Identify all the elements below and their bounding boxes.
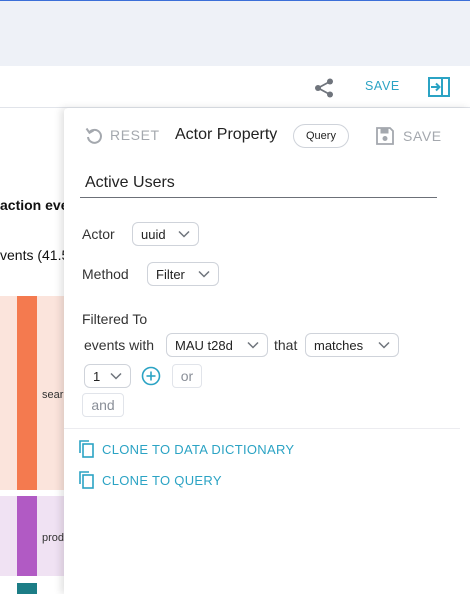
operator-select-value: matches bbox=[314, 337, 364, 353]
query-type-chip[interactable]: Query bbox=[293, 124, 349, 148]
filtered-to-label: Filtered To bbox=[82, 311, 148, 327]
clone-to-query-button[interactable]: CLONE TO QUERY bbox=[78, 471, 222, 489]
top-bar bbox=[0, 0, 470, 66]
event-select-value: MAU t28d bbox=[175, 337, 233, 353]
background-report: action eve vents (41.5 sear prod bbox=[0, 108, 66, 594]
sankey-node-teal bbox=[17, 583, 37, 594]
sankey-label-product: prod bbox=[42, 532, 65, 544]
chevron-down-icon bbox=[178, 230, 190, 238]
method-select[interactable]: Filter bbox=[147, 262, 219, 286]
reset-icon bbox=[85, 127, 102, 144]
event-select[interactable]: MAU t28d bbox=[166, 333, 268, 357]
operator-select[interactable]: matches bbox=[305, 333, 399, 357]
share-icon[interactable] bbox=[313, 77, 335, 99]
report-title: action eve bbox=[0, 197, 66, 213]
save-icon bbox=[376, 127, 394, 145]
property-name-input[interactable] bbox=[80, 168, 437, 198]
method-label: Method bbox=[82, 266, 129, 282]
sankey-node-purple bbox=[17, 496, 37, 576]
sankey-label-search: sear bbox=[42, 389, 64, 401]
toolbar: SAVE bbox=[0, 66, 470, 108]
reset-button[interactable]: RESET bbox=[84, 125, 160, 145]
section-divider bbox=[64, 428, 460, 429]
actor-label: Actor bbox=[82, 226, 115, 242]
panel-collapse-icon[interactable] bbox=[428, 77, 450, 97]
save-button[interactable]: SAVE bbox=[375, 126, 442, 146]
clone-to-data-dictionary-button[interactable]: CLONE TO DATA DICTIONARY bbox=[78, 440, 294, 458]
match-value-select[interactable]: 1 bbox=[84, 364, 131, 388]
actor-property-drawer: RESET Actor Property Query SAVE Actor uu… bbox=[64, 108, 470, 594]
chevron-down-icon bbox=[378, 341, 390, 349]
match-value-select-value: 1 bbox=[93, 368, 101, 384]
sankey-chart bbox=[0, 296, 66, 594]
chevron-down-icon bbox=[198, 270, 210, 278]
and-button[interactable]: and bbox=[82, 393, 124, 417]
save-label: SAVE bbox=[403, 128, 442, 144]
chevron-down-icon bbox=[247, 341, 259, 349]
drawer-title: Actor Property bbox=[175, 126, 278, 143]
actor-select-value: uuid bbox=[141, 226, 166, 242]
reset-label: RESET bbox=[110, 127, 160, 143]
events-with-label: events with bbox=[84, 337, 155, 353]
or-button[interactable]: or bbox=[172, 364, 202, 388]
copy-icon bbox=[79, 471, 94, 489]
clone-to-query-label: CLONE TO QUERY bbox=[102, 472, 222, 488]
toolbar-save-button[interactable]: SAVE bbox=[365, 79, 400, 93]
clone-to-data-dictionary-label: CLONE TO DATA DICTIONARY bbox=[102, 441, 295, 457]
drawer-header: RESET Actor Property Query SAVE bbox=[64, 108, 470, 164]
add-value-icon[interactable] bbox=[141, 366, 161, 386]
actor-select[interactable]: uuid bbox=[132, 222, 199, 246]
copy-icon bbox=[79, 440, 94, 458]
that-label: that bbox=[274, 337, 298, 353]
report-subtitle: vents (41.5 bbox=[0, 247, 66, 263]
chevron-down-icon bbox=[110, 372, 122, 380]
method-select-value: Filter bbox=[156, 266, 185, 282]
sankey-node-orange bbox=[17, 296, 37, 490]
